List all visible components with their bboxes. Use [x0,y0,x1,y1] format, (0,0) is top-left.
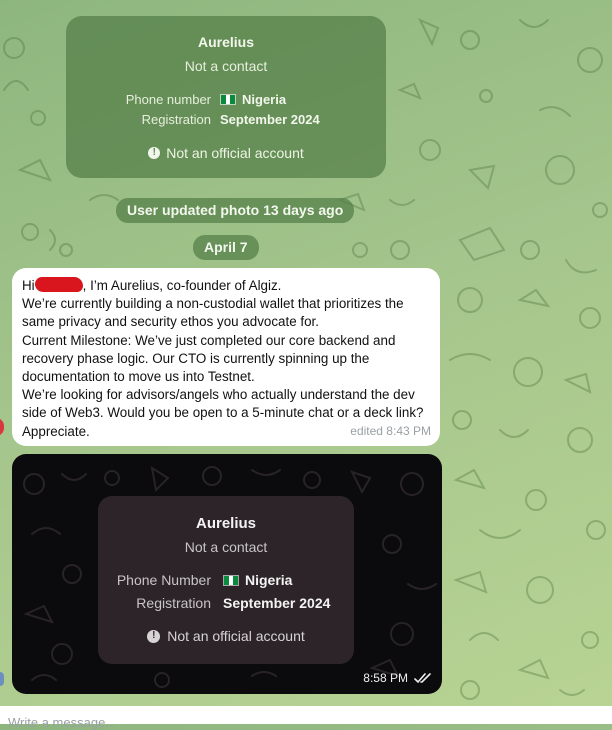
message-line: documentation to move us into Testnet. [22,369,255,385]
phone-number-value: Nigeria [220,92,286,107]
message-line: side of Web3. Would you be open to a 5-m… [22,405,424,421]
image-not-official-text: Not an official account [167,628,305,644]
phone-country: Nigeria [242,92,287,107]
message-line: We’re currently building a non-custodial… [22,296,404,312]
message-line: Current Milestone: We’ve just completed … [22,332,396,348]
image-contact-status: Not a contact [184,539,268,555]
nigeria-flag-icon [223,574,239,586]
message-line: Hi, I’m Aurelius, co-founder of Algiz. [22,277,282,293]
image-not-official-notice: ! Not an official account [98,628,354,644]
message-line: recovery phase logic. Our CTO is current… [22,350,370,366]
contact-name: Aurelius [197,34,254,50]
photo-update-notice: User updated photo 13 days ago [116,198,355,223]
image-contact-card: Aurelius Not a contact Phone Number Nige… [98,496,354,664]
not-official-text: Not an official account [166,145,304,161]
contact-info-card: Aurelius Not a contact Phone number Nige… [66,16,386,178]
double-check-icon [414,672,431,683]
registration-value: September 2024 [220,112,320,127]
not-official-notice: ! Not an official account [66,145,386,161]
screenshot-image-message[interactable]: Aurelius Not a contact Phone Number Nige… [12,454,442,694]
image-contact-name: Aurelius [195,515,256,532]
image-phone-value: Nigeria [223,572,292,588]
message-input-placeholder: Write a message... [8,715,117,730]
sender-avatar[interactable] [0,418,4,436]
contact-status: Not a contact [184,58,268,74]
message-line: We’re looking for advisors/angels who ac… [22,387,415,403]
exclamation-icon: ! [148,147,161,159]
image-registration-label: Registration [136,595,211,611]
sender-avatar[interactable] [0,672,4,686]
image-phone-country: Nigeria [245,572,293,588]
date-separator: April 7 [193,235,259,260]
image-message-meta: 8:58 PM [363,671,432,685]
redacted-name-mark [34,277,83,292]
registration-label: Registration [141,112,211,127]
phone-number-label: Phone number [125,92,211,107]
exclamation-icon: ! [147,629,161,643]
message-timestamp: edited 8:43 PM [350,423,431,438]
incoming-message-bubble[interactable]: Hi, I’m Aurelius, co-founder of Algiz. W… [12,268,440,446]
image-message-time: 8:58 PM [363,671,408,685]
message-line: same privacy and security ethos you advo… [22,314,319,330]
image-registration-value: September 2024 [223,595,331,611]
nigeria-flag-icon [220,94,236,105]
message-composer[interactable]: Write a message... [0,706,612,730]
image-phone-label: Phone Number [116,572,211,588]
